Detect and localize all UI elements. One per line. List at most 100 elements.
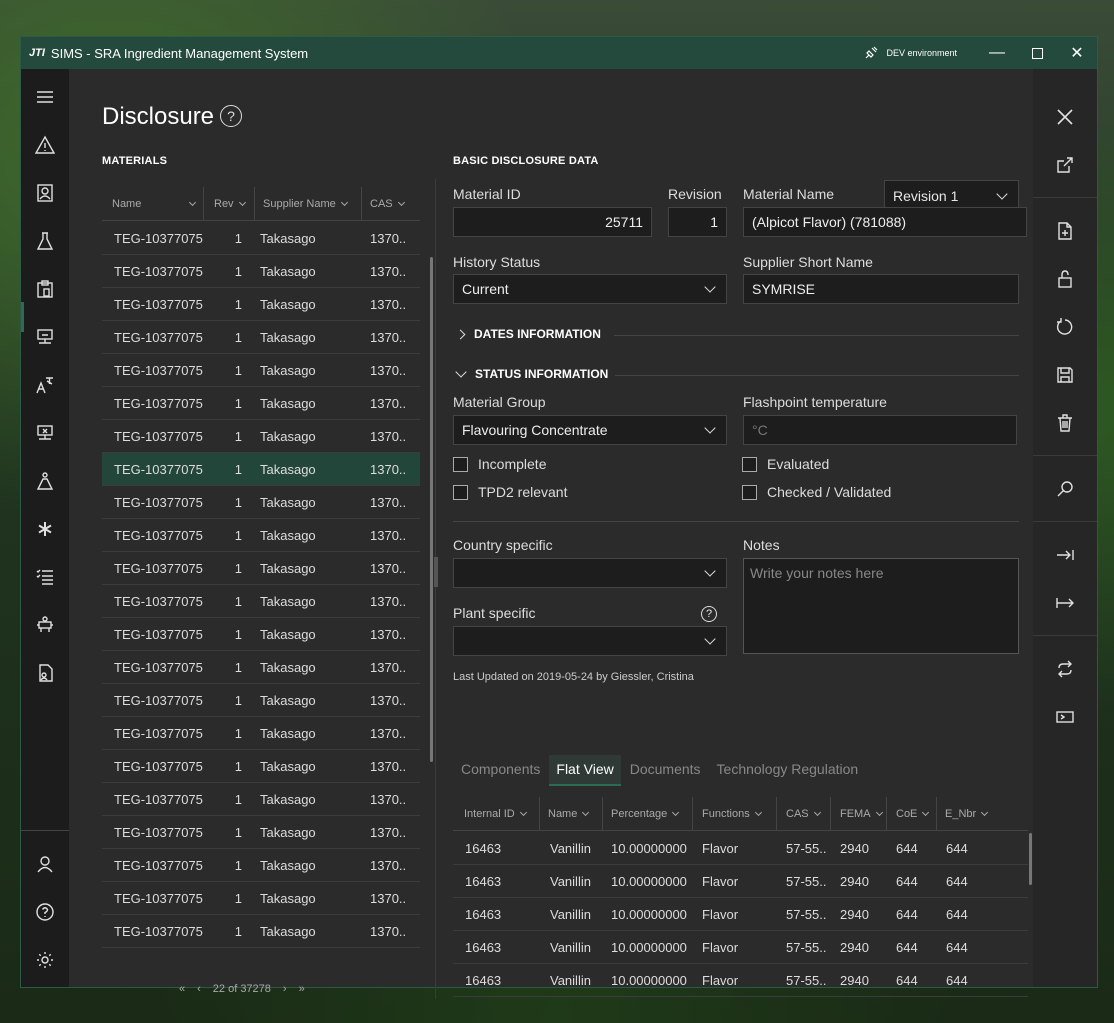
nav-warnings[interactable]: [21, 121, 69, 169]
refresh-button[interactable]: [1033, 303, 1097, 351]
supplier-short-field[interactable]: SYMRISE: [743, 274, 1019, 304]
evaluated-checkbox[interactable]: Evaluated: [742, 456, 829, 472]
notes-textarea[interactable]: Write your notes here: [743, 558, 1019, 654]
table-row[interactable]: TEG-10377075 1 Takasago 1370..: [102, 453, 420, 486]
sync-button[interactable]: [1033, 645, 1097, 693]
last-page-button[interactable]: »: [299, 983, 305, 995]
table-row[interactable]: TEG-10377075 1 Takasago 1370..: [102, 321, 420, 354]
tab-flat-view[interactable]: Flat View: [549, 755, 621, 786]
export-button[interactable]: [1033, 141, 1097, 189]
nav-translate[interactable]: [21, 361, 69, 409]
nav-lab-user[interactable]: [21, 457, 69, 505]
revision-field[interactable]: 1: [668, 207, 727, 237]
prev-page-button[interactable]: ‹: [197, 983, 201, 995]
col-coe[interactable]: CoE: [887, 797, 937, 830]
nav-help[interactable]: [21, 888, 69, 936]
table-row[interactable]: TEG-10377075 1 Takasago 1370..: [102, 750, 420, 783]
table-row[interactable]: TEG-10377075 1 Takasago 1370..: [102, 651, 420, 684]
table-row[interactable]: TEG-10377075 1 Takasago 1370..: [102, 684, 420, 717]
status-expander[interactable]: STATUS INFORMATION: [455, 366, 608, 381]
table-row[interactable]: TEG-10377075 1 Takasago 1370..: [102, 222, 420, 255]
unlock-button[interactable]: [1033, 255, 1097, 303]
table-row[interactable]: TEG-10377075 1 Takasago 1370..: [102, 618, 420, 651]
col-name[interactable]: Name: [102, 187, 204, 220]
nav-disclosure[interactable]: [21, 265, 69, 313]
table-row[interactable]: TEG-10377075 1 Takasago 1370..: [102, 288, 420, 321]
nav-document-user[interactable]: [21, 649, 69, 697]
tab-documents[interactable]: Documents: [623, 755, 708, 786]
new-document-button[interactable]: [1033, 207, 1097, 255]
col-fema[interactable]: FEMA: [831, 797, 887, 830]
col-internal-id[interactable]: Internal ID: [453, 797, 540, 830]
chevron-down-icon: [875, 808, 883, 816]
material-group-select[interactable]: Flavouring Concentrate: [453, 415, 727, 445]
plant-help-icon[interactable]: ?: [701, 606, 717, 622]
nav-lab[interactable]: [21, 217, 69, 265]
next-page-button[interactable]: ›: [283, 983, 287, 995]
search-button[interactable]: [1033, 465, 1097, 513]
table-row[interactable]: TEG-10377075 1 Takasago 1370..: [102, 552, 420, 585]
table-row[interactable]: 16463 Vanillin 10.00000000 Flavor 57-55.. 294…: [453, 865, 1028, 898]
nav-settings[interactable]: [21, 936, 69, 984]
table-row[interactable]: TEG-10377075 1 Takasago 1370..: [102, 915, 420, 948]
splitter-handle[interactable]: [434, 557, 438, 587]
table-row[interactable]: TEG-10377075 1 Takasago 1370..: [102, 816, 420, 849]
flashpoint-field[interactable]: °C: [743, 415, 1017, 445]
table-row[interactable]: TEG-10377075 1 Takasago 1370..: [102, 486, 420, 519]
table-row[interactable]: 16463 Vanillin 10.00000000 Flavor 57-55.. 294…: [453, 931, 1028, 964]
table-row[interactable]: TEG-10377075 1 Takasago 1370..: [102, 717, 420, 750]
first-page-button[interactable]: «: [179, 983, 185, 995]
console-button[interactable]: [1033, 693, 1097, 741]
table-row[interactable]: 16463 Vanillin 10.00000000 Flavor 57-55.. 294…: [453, 898, 1028, 931]
material-id-field[interactable]: 25711: [453, 207, 652, 237]
history-status-select[interactable]: Current: [453, 274, 727, 304]
extend-button[interactable]: [1033, 579, 1097, 627]
table-row[interactable]: TEG-10377075 1 Takasago 1370..: [102, 783, 420, 816]
col-cas[interactable]: CAS: [362, 187, 420, 220]
delete-button[interactable]: [1033, 399, 1097, 447]
table-row[interactable]: TEG-10377075 1 Takasago 1370..: [102, 255, 420, 288]
col-rev[interactable]: Rev: [204, 187, 255, 220]
plant-select[interactable]: [453, 626, 727, 656]
table-row[interactable]: TEG-10377075 1 Takasago 1370..: [102, 387, 420, 420]
nav-workstation[interactable]: [21, 313, 69, 361]
flat-view-scrollbar[interactable]: [1029, 833, 1032, 885]
tab-technology-regulation[interactable]: Technology Regulation: [710, 755, 866, 786]
table-row[interactable]: 16463 Vanillin 10.00000000 Flavor 57-55.. 294…: [453, 964, 1028, 997]
col-comp-name[interactable]: Name: [540, 797, 603, 830]
table-row[interactable]: TEG-10377075 1 Takasago 1370..: [102, 882, 420, 915]
col-comp-cas[interactable]: CAS: [777, 797, 831, 830]
materials-scrollbar[interactable]: [430, 257, 433, 762]
move-to-end-button[interactable]: [1033, 531, 1097, 579]
table-row[interactable]: TEG-10377075 1 Takasago 1370..: [102, 585, 420, 618]
col-functions[interactable]: Functions: [693, 797, 777, 830]
hamburger-menu-button[interactable]: [21, 73, 69, 121]
incomplete-checkbox[interactable]: Incomplete: [453, 456, 546, 472]
nav-asterisk[interactable]: [21, 505, 69, 553]
country-select[interactable]: [453, 558, 727, 588]
nav-contacts[interactable]: [21, 169, 69, 217]
col-supplier[interactable]: Supplier Name: [255, 187, 362, 220]
col-percentage[interactable]: Percentage: [603, 797, 693, 830]
tpd2-checkbox[interactable]: TPD2 relevant: [453, 484, 567, 500]
minimize-button[interactable]: —: [977, 37, 1017, 69]
tab-components[interactable]: Components: [454, 755, 547, 786]
table-row[interactable]: TEG-10377075 1 Takasago 1370..: [102, 519, 420, 552]
table-row[interactable]: 16463 Vanillin 10.00000000 Flavor 57-55.. 294…: [453, 832, 1028, 865]
nav-user[interactable]: [21, 840, 69, 888]
save-button[interactable]: [1033, 351, 1097, 399]
col-enbr[interactable]: E_Nbr: [937, 797, 1002, 830]
table-row[interactable]: TEG-10377075 1 Takasago 1370..: [102, 354, 420, 387]
page-help-button[interactable]: ?: [220, 105, 242, 127]
table-row[interactable]: TEG-10377075 1 Takasago 1370..: [102, 420, 420, 453]
maximize-button[interactable]: [1017, 37, 1057, 69]
close-window-button[interactable]: ✕: [1057, 37, 1097, 69]
nav-robot[interactable]: [21, 601, 69, 649]
nav-checklist[interactable]: [21, 553, 69, 601]
checked-checkbox[interactable]: Checked / Validated: [742, 484, 891, 500]
table-row[interactable]: TEG-10377075 1 Takasago 1370..: [102, 849, 420, 882]
close-button[interactable]: [1033, 93, 1097, 141]
nav-workstation-x[interactable]: [21, 409, 69, 457]
dates-expander[interactable]: DATES INFORMATION: [455, 327, 601, 341]
material-name-field[interactable]: (Alpicot Flavor) (781088): [743, 207, 1027, 237]
